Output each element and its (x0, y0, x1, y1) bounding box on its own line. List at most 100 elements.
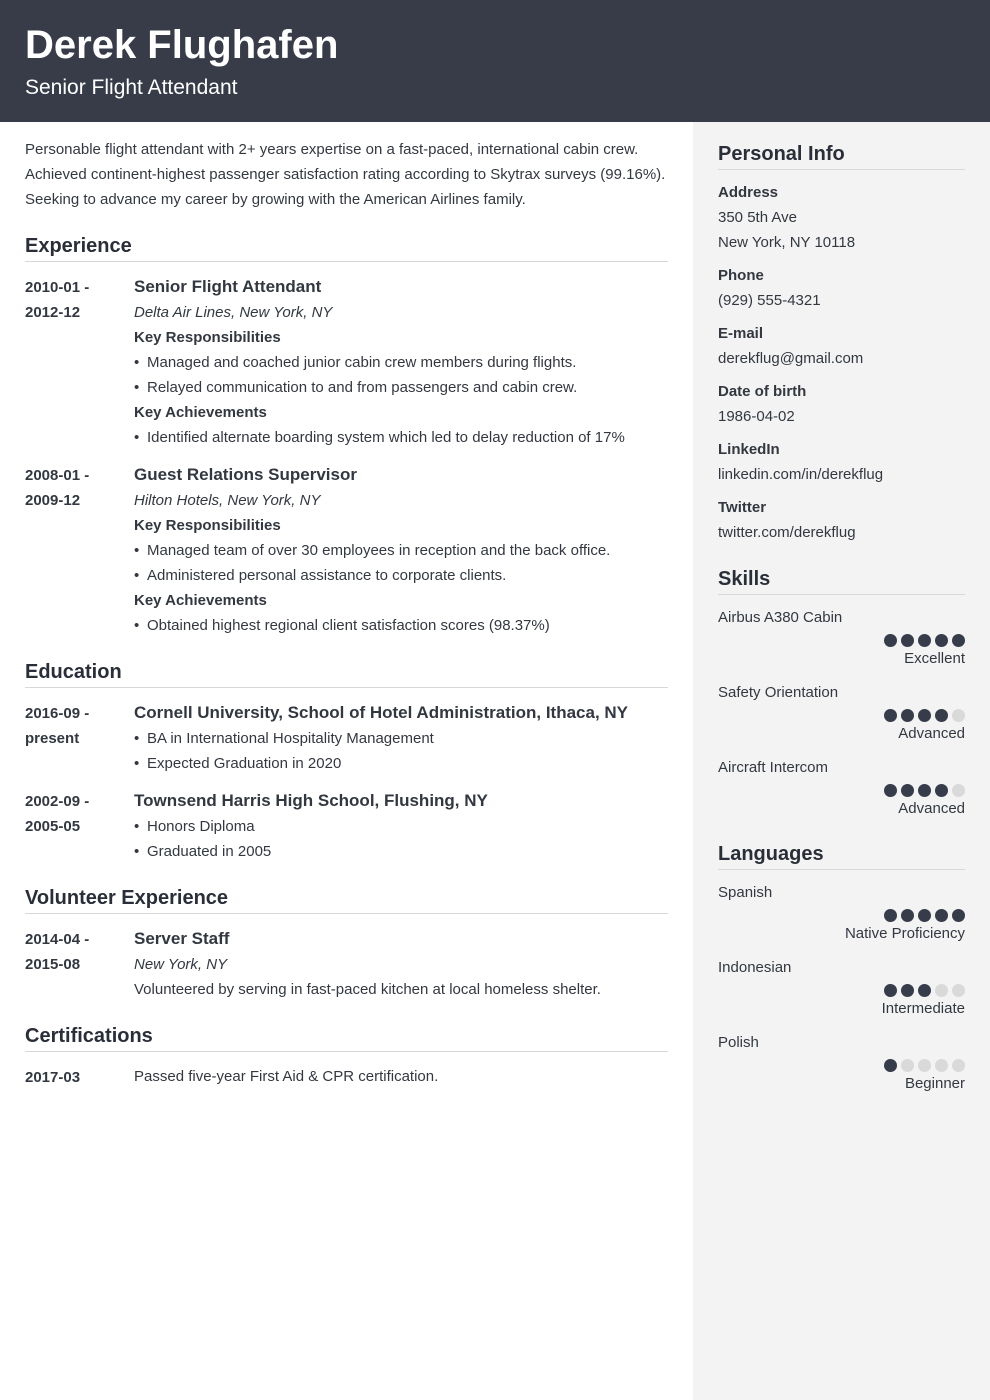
rating-dot-empty (935, 984, 948, 997)
entry-date: 2014-04 - 2015-08 (25, 926, 134, 1002)
rating-dot-empty (935, 1059, 948, 1072)
responsibilities-list: Managed team of over 30 employees in rec… (134, 538, 668, 588)
rating-dot-filled (901, 909, 914, 922)
candidate-title: Senior Flight Attendant (25, 76, 238, 99)
entry-date: 2008-01 - 2009-12 (25, 462, 134, 638)
rating-dot-empty (918, 1059, 931, 1072)
main-column: Personable flight attendant with 2+ year… (25, 122, 668, 1090)
education-section: Education 2016-09 - present Cornell Univ… (25, 660, 668, 864)
resume-header: Derek Flughafen Senior Flight Attendant (0, 0, 990, 122)
rating-dot-filled (918, 909, 931, 922)
language-item: Indonesian Intermediate (718, 955, 965, 1020)
volunteer-description: Volunteered by serving in fast-paced kit… (134, 981, 601, 998)
education-details: BA in International Hospitality Manageme… (134, 726, 668, 776)
skill-name: Aircraft Intercom (718, 759, 829, 776)
rating-dot-filled (918, 984, 931, 997)
job-role: Guest Relations Supervisor (134, 465, 357, 484)
experience-entry: 2010-01 - 2012-12 Senior Flight Attendan… (25, 274, 668, 450)
rating-dots (718, 784, 965, 797)
date-end: 2005-05 (25, 818, 81, 835)
achievements-label: Key Achievements (134, 404, 267, 421)
rating-dots (718, 709, 965, 722)
date-end: 2012-12 (25, 304, 81, 321)
skill-item: Aircraft Intercom Advanced (718, 755, 965, 820)
email-label: E-mail (718, 325, 764, 342)
volunteer-entry: 2014-04 - 2015-08 Server Staff New York,… (25, 926, 668, 1002)
certification-entry: 2017-03 Passed five-year First Aid & CPR… (25, 1064, 668, 1090)
rating-dot-filled (918, 634, 931, 647)
entry-body: Server Staff New York, NY Volunteered by… (134, 926, 668, 1002)
dob-label: Date of birth (718, 383, 807, 400)
education-details: Honors Diploma Graduated in 2005 (134, 814, 668, 864)
date-end: 2015-08 (25, 956, 81, 973)
rating-dot-filled (884, 909, 897, 922)
skills-section: Skills Airbus A380 Cabin Excellent Safet… (718, 567, 965, 820)
entry-date: 2010-01 - 2012-12 (25, 274, 134, 450)
rating-dots (718, 984, 965, 997)
rating-dot-filled (935, 634, 948, 647)
languages-section: Languages Spanish Native Proficiency Ind… (718, 842, 965, 1095)
list-item: Relayed communication to and from passen… (134, 375, 668, 400)
entry-date: 2002-09 - 2005-05 (25, 788, 134, 864)
rating-dot-filled (952, 634, 965, 647)
linkedin-value: linkedin.com/in/derekflug (718, 466, 884, 483)
email-value: derekflug@gmail.com (718, 350, 864, 367)
rating-dot-filled (884, 1059, 897, 1072)
responsibilities-label: Key Responsibilities (134, 329, 281, 346)
school-name: Cornell University, School of Hotel Admi… (134, 703, 629, 722)
rating-dots (718, 634, 965, 647)
language-name: Polish (718, 1034, 759, 1051)
rating-dot-filled (884, 784, 897, 797)
volunteer-role: Server Staff (134, 929, 230, 948)
rating-dot-filled (918, 784, 931, 797)
rating-dot-filled (935, 909, 948, 922)
rating-dot-filled (935, 784, 948, 797)
rating-dot-filled (935, 709, 948, 722)
list-item: BA in International Hospitality Manageme… (134, 726, 668, 751)
personal-info-section: Personal Info Address 350 5th Ave New Yo… (718, 142, 965, 545)
rating-dot-empty (952, 984, 965, 997)
rating-dot-empty (952, 1059, 965, 1072)
section-title-skills: Skills (718, 567, 965, 595)
language-level: Intermediate (881, 1000, 965, 1017)
sidebar: Personal Info Address 350 5th Ave New Yo… (693, 122, 990, 1400)
volunteer-section: Volunteer Experience 2014-04 - 2015-08 S… (25, 886, 668, 1002)
list-item: Obtained highest regional client satisfa… (134, 613, 668, 638)
rating-dot-empty (952, 709, 965, 722)
skill-item: Safety Orientation Advanced (718, 680, 965, 745)
job-employer: Hilton Hotels, New York, NY (134, 492, 321, 509)
volunteer-location: New York, NY (134, 956, 228, 973)
rating-dot-filled (901, 984, 914, 997)
skill-name: Airbus A380 Cabin (718, 609, 843, 626)
achievements-list: Obtained highest regional client satisfa… (134, 613, 668, 638)
achievements-label: Key Achievements (134, 592, 267, 609)
language-level: Native Proficiency (844, 925, 965, 942)
entry-date: 2016-09 - present (25, 700, 134, 776)
entry-body: Cornell University, School of Hotel Admi… (134, 700, 668, 776)
date-end: present (25, 730, 80, 747)
skill-item: Airbus A380 Cabin Excellent (718, 605, 965, 670)
responsibilities-label: Key Responsibilities (134, 517, 281, 534)
rating-dot-filled (884, 634, 897, 647)
date-end: 2009-12 (25, 492, 81, 509)
language-item: Polish Beginner (718, 1030, 965, 1095)
rating-dot-filled (884, 709, 897, 722)
address-line1: 350 5th Ave (718, 209, 797, 226)
profile-summary: Personable flight attendant with 2+ year… (25, 141, 666, 208)
experience-section: Experience 2010-01 - 2012-12 Senior Flig… (25, 234, 668, 638)
entry-body: Guest Relations Supervisor Hilton Hotels… (134, 462, 668, 638)
rating-dot-filled (901, 784, 914, 797)
twitter-label: Twitter (718, 499, 767, 516)
section-title-experience: Experience (25, 234, 668, 262)
section-title-personal-info: Personal Info (718, 142, 965, 170)
skill-level: Advanced (898, 800, 965, 817)
candidate-name: Derek Flughafen (25, 23, 339, 67)
entry-date: 2017-03 (25, 1069, 81, 1086)
list-item: Identified alternate boarding system whi… (134, 425, 668, 450)
date-start: 2014-04 - (25, 931, 90, 948)
address-line2: New York, NY 10118 (718, 234, 856, 251)
certifications-section: Certifications 2017-03 Passed five-year … (25, 1024, 668, 1090)
rating-dot-filled (901, 709, 914, 722)
school-name: Townsend Harris High School, Flushing, N… (134, 791, 488, 810)
achievements-list: Identified alternate boarding system whi… (134, 425, 668, 450)
